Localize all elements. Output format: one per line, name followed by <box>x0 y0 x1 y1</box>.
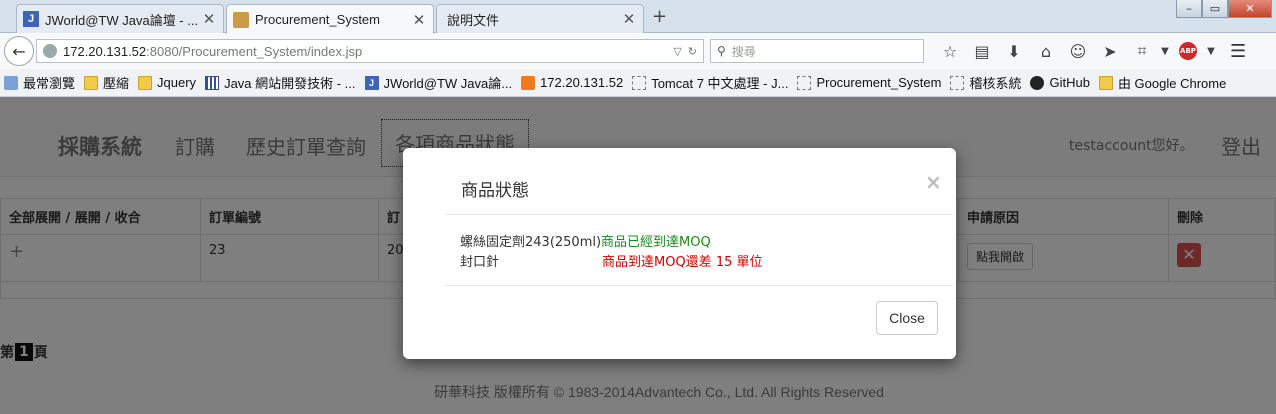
chevron-down-icon[interactable]: ▼ <box>1158 46 1172 57</box>
bookmark-item[interactable]: GitHub <box>1030 75 1090 90</box>
window-controls: – ▭ ✕ <box>1176 0 1272 18</box>
home-icon[interactable]: ⌂ <box>1030 42 1062 61</box>
bookmark-label: 最常瀏覽 <box>23 76 76 91</box>
bookmark-label: 稽核系統 <box>969 76 1022 91</box>
bookmark-item[interactable]: Java 網站開發技術 - ... <box>205 73 356 92</box>
jworld-favicon-icon: J <box>364 75 379 90</box>
site-favicon-icon <box>521 75 536 90</box>
page-icon <box>632 75 647 90</box>
download-icon[interactable]: ⬇ <box>998 42 1030 61</box>
bookmark-label: Procurement_System <box>816 75 942 90</box>
bookmark-label: Jquery <box>157 75 197 90</box>
folder-icon <box>1098 75 1113 90</box>
product-name: 封口針 <box>460 255 500 270</box>
bookmark-label: 172.20.131.52 <box>540 75 624 90</box>
url-host: 172.20.131.52 <box>63 43 147 59</box>
tab-procurement-system[interactable]: Procurement_System ✕ <box>226 4 434 34</box>
dropdown-arrow-icon[interactable]: ▽ <box>673 45 681 58</box>
bookmark-star-icon[interactable]: ☆ <box>934 42 966 61</box>
smiley-icon[interactable]: ☺ <box>1062 42 1094 61</box>
tab-close-icon[interactable]: ✕ <box>621 10 637 28</box>
close-icon[interactable]: × <box>925 170 942 194</box>
address-bar[interactable]: 172.20.131.52 :8080/Procurement_System/i… <box>36 39 704 63</box>
bookmark-item[interactable]: 稽核系統 <box>950 73 1021 92</box>
page-favicon-icon <box>233 11 249 28</box>
close-button[interactable]: Close <box>876 301 938 335</box>
bookmark-star-icon <box>4 75 18 90</box>
bookmark-item[interactable]: Procurement_System <box>797 75 941 90</box>
product-status-line: 封口針 商品到達MOQ還差 15 單位 <box>460 251 763 270</box>
product-name: 螺絲固定劑243(250ml) <box>460 235 602 250</box>
folder-icon <box>84 75 99 90</box>
product-status-line: 螺絲固定劑243(250ml)商品已經到達MOQ <box>460 231 711 250</box>
page-icon <box>950 75 965 90</box>
product-status: 商品到達MOQ還差 15 單位 <box>602 255 763 270</box>
window-close-icon[interactable]: ✕ <box>1228 0 1272 18</box>
maximize-icon[interactable]: ▭ <box>1202 0 1228 18</box>
bookmark-label: Java 網站開發技術 - ... <box>224 76 356 91</box>
globe-icon <box>43 44 57 58</box>
back-arrow-icon[interactable]: ← <box>4 36 34 66</box>
tab-title: JWorld@TW Java論壇 - ... <box>45 12 199 28</box>
product-status: 商品已經到達MOQ <box>601 235 711 250</box>
folder-icon <box>138 75 153 90</box>
browser-toolbar: ← 172.20.131.52 :8080/Procurement_System… <box>0 33 1276 69</box>
bookmark-item[interactable]: 壓縮 <box>84 73 129 92</box>
bookmark-label: JWorld@TW Java論... <box>383 76 513 91</box>
reading-list-icon[interactable]: ▤ <box>966 42 998 61</box>
bookmark-label: 壓縮 <box>103 76 130 91</box>
bookmark-label: Tomcat 7 中文處理 - J... <box>651 76 789 91</box>
tab-title: 說明文件 <box>447 12 500 28</box>
modal-title: 商品狀態 <box>461 181 529 201</box>
crop-icon[interactable]: ⌗ <box>1126 41 1158 61</box>
hamburger-menu-icon[interactable]: ☰ <box>1230 41 1246 62</box>
bookmark-item[interactable]: 由 Google Chrome <box>1098 73 1227 92</box>
product-status-modal: 商品狀態 × 螺絲固定劑243(250ml)商品已經到達MOQ 封口針 商品到達M… <box>403 148 956 359</box>
bookmark-label: GitHub <box>1049 75 1090 90</box>
browser-tab-strip: J JWorld@TW Java論壇 - ... ✕ Procurement_S… <box>0 0 1276 34</box>
search-icon: ⚲ <box>717 44 726 58</box>
new-tab-icon[interactable]: + <box>652 6 667 27</box>
search-input[interactable]: ⚲ 搜尋 <box>710 39 924 63</box>
page-icon <box>797 75 812 90</box>
bookmark-item[interactable]: Jquery <box>138 75 196 90</box>
search-placeholder: 搜尋 <box>731 44 756 59</box>
tab-jworld[interactable]: J JWorld@TW Java論壇 - ... ✕ <box>16 4 224 33</box>
bookmark-item[interactable]: 172.20.131.52 <box>521 75 623 90</box>
modal-header: 商品狀態 × <box>445 148 953 215</box>
tab-close-icon[interactable]: ✕ <box>411 11 427 29</box>
minimize-icon[interactable]: – <box>1176 0 1202 18</box>
url-path: :8080/Procurement_System/index.jsp <box>146 43 363 59</box>
bookmark-item[interactable]: Tomcat 7 中文處理 - J... <box>632 73 788 92</box>
tab-close-icon[interactable]: ✕ <box>201 10 217 28</box>
reload-icon[interactable]: ↻ <box>688 45 697 58</box>
send-icon[interactable]: ➤ <box>1094 42 1126 61</box>
chevron-down-icon[interactable]: ▼ <box>1204 46 1218 57</box>
bookmark-item[interactable]: J JWorld@TW Java論... <box>364 73 513 92</box>
tab-documentation[interactable]: 說明文件 ✕ <box>436 4 644 33</box>
jworld-favicon-icon: J <box>23 11 39 27</box>
modal-body: 螺絲固定劑243(250ml)商品已經到達MOQ 封口針 商品到達MOQ還差 15… <box>445 215 953 286</box>
adblock-icon[interactable]: ABP <box>1179 42 1197 60</box>
site-favicon-icon <box>205 75 220 90</box>
bookmarks-bar: 最常瀏覽 壓縮 Jquery Java 網站開發技術 - ... J JWorld… <box>0 69 1276 97</box>
bookmark-item[interactable]: 最常瀏覽 <box>4 73 75 92</box>
bookmark-label: 由 Google Chrome <box>1117 76 1227 91</box>
tab-title: Procurement_System <box>255 12 380 27</box>
github-icon <box>1030 75 1045 90</box>
